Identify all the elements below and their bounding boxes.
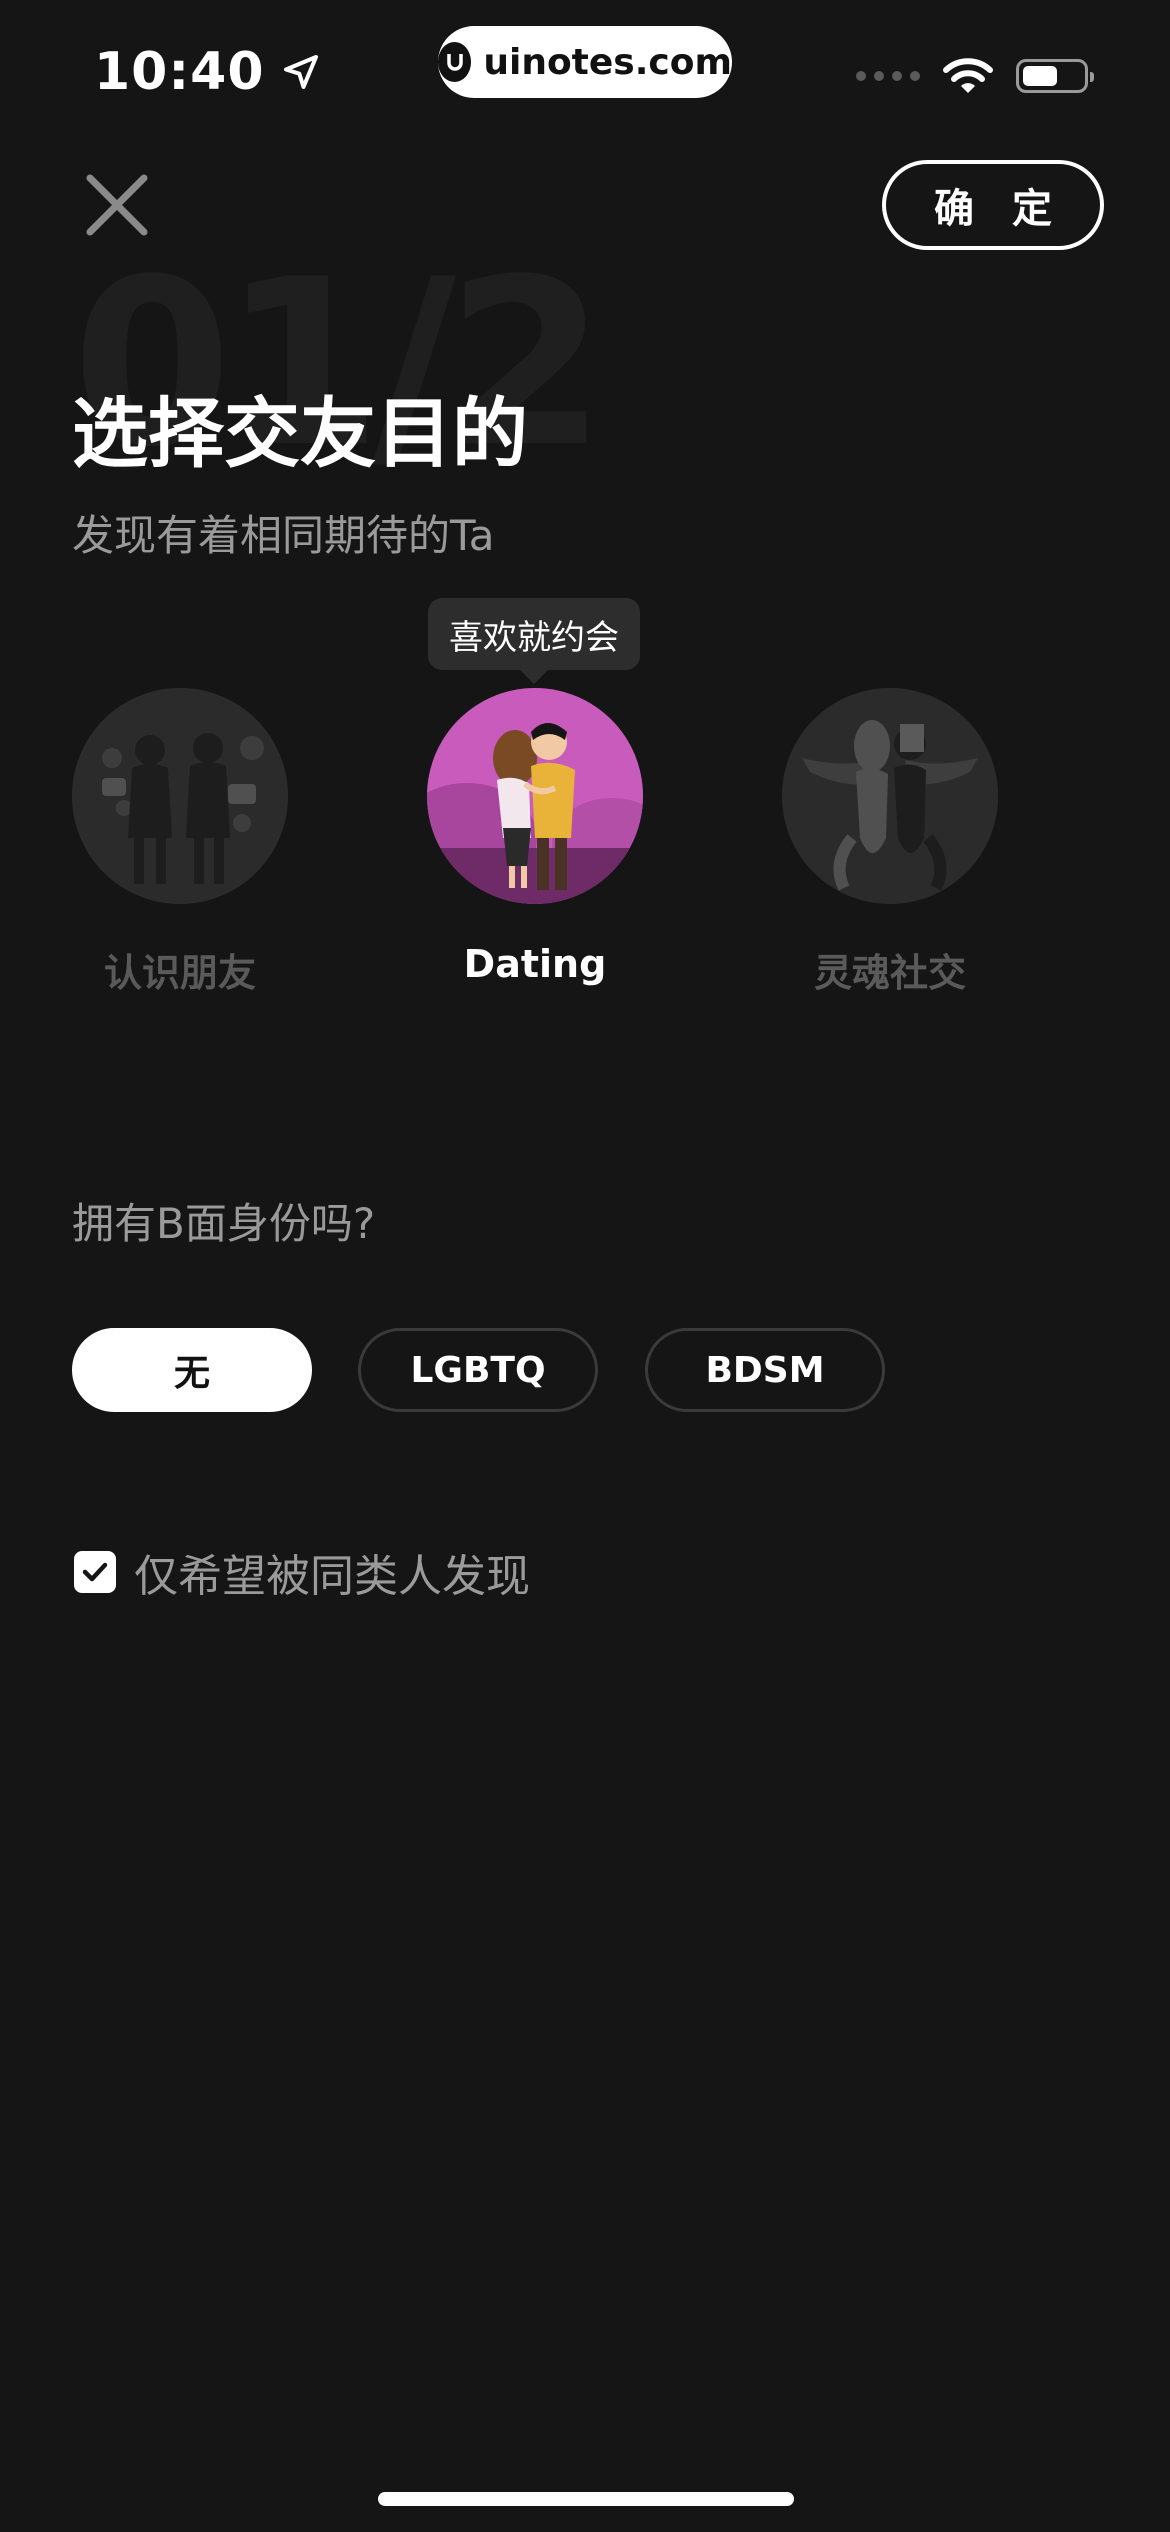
identity-option-bdsm[interactable]: BDSM xyxy=(645,1328,885,1412)
identity-option-lgbtq[interactable]: LGBTQ xyxy=(358,1328,598,1412)
same-kind-only-toggle[interactable]: 仅希望被同类人发现 xyxy=(74,1540,530,1604)
purpose-option-soul[interactable]: 灵魂社交 xyxy=(782,688,998,997)
site-badge: uinotes.com xyxy=(438,26,732,98)
purpose-option-friends[interactable]: 认识朋友 xyxy=(72,688,288,997)
site-logo-icon xyxy=(438,42,472,82)
dating-illustration xyxy=(427,688,643,904)
friends-illustration xyxy=(72,688,288,904)
purpose-label-dating: Dating xyxy=(463,942,607,986)
status-indicators xyxy=(856,56,1094,96)
same-kind-checkbox[interactable] xyxy=(74,1551,116,1593)
status-time: 10:40 xyxy=(94,42,321,102)
purpose-label-friends: 认识朋友 xyxy=(103,951,256,995)
close-button[interactable] xyxy=(82,170,152,240)
purpose-label-soul: 灵魂社交 xyxy=(813,951,966,995)
soul-illustration xyxy=(782,688,998,904)
identity-option-none[interactable]: 无 xyxy=(72,1328,312,1412)
dating-tooltip: 喜欢就约会 xyxy=(428,598,640,684)
purpose-option-dating[interactable]: Dating xyxy=(427,688,643,986)
location-arrow-icon xyxy=(283,55,318,89)
identity-question: 拥有B面身份吗? xyxy=(72,1199,376,1248)
checkmark-icon xyxy=(82,1562,108,1582)
site-name: uinotes.com xyxy=(483,41,732,83)
close-icon xyxy=(86,174,148,236)
page-subtitle: 发现有着相同期待的Ta xyxy=(72,511,495,560)
battery-icon xyxy=(1016,59,1094,93)
home-indicator[interactable] xyxy=(378,2492,794,2506)
wifi-icon xyxy=(943,58,993,93)
same-kind-label: 仅希望被同类人发现 xyxy=(134,1551,530,1602)
page-title: 选择交友目的 xyxy=(72,389,528,478)
status-time-text: 10:40 xyxy=(94,42,265,102)
cellular-signal-icon xyxy=(856,71,920,81)
confirm-button[interactable]: 确 定 xyxy=(882,160,1104,250)
